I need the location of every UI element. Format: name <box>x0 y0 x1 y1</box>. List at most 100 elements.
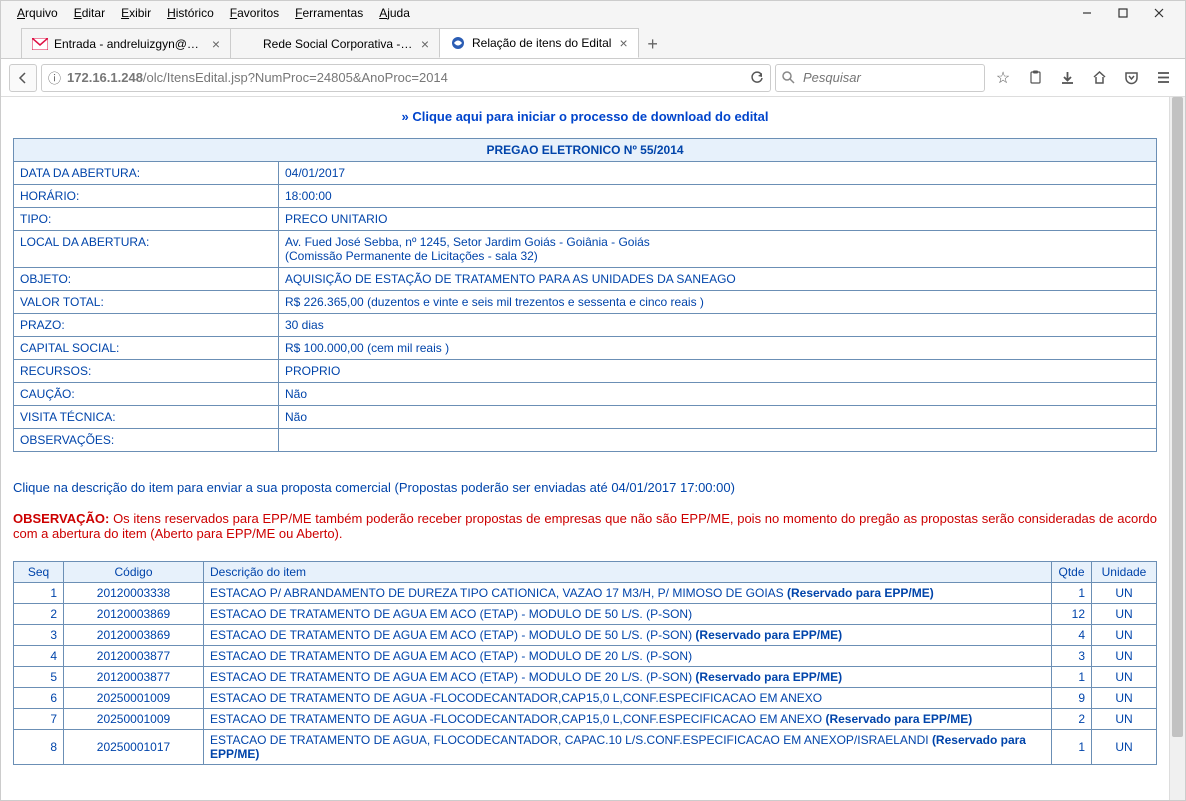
item-description-link[interactable]: ESTACAO DE TRATAMENTO DE AGUA EM ACO (ET… <box>204 646 1052 667</box>
col-seq: Seq <box>14 562 64 583</box>
reserved-badge: (Reservado para EPP/ME) <box>825 712 972 726</box>
item-description-link[interactable]: ESTACAO DE TRATAMENTO DE AGUA -FLOCODECA… <box>204 688 1052 709</box>
info-row: VALOR TOTAL:R$ 226.365,00 (duzentos e vi… <box>14 291 1157 314</box>
info-label: OBSERVAÇÕES: <box>14 429 279 452</box>
library-button[interactable] <box>1021 64 1049 92</box>
item-description-link[interactable]: ESTACAO DE TRATAMENTO DE AGUA, FLOCODECA… <box>204 730 1052 765</box>
item-code: 20120003877 <box>64 667 204 688</box>
item-unit: UN <box>1092 730 1157 765</box>
info-label: VISITA TÉCNICA: <box>14 406 279 429</box>
download-icon <box>1060 70 1075 85</box>
search-input[interactable] <box>801 69 978 86</box>
item-code: 20120003869 <box>64 604 204 625</box>
menu-historico[interactable]: Histórico <box>159 4 222 22</box>
info-label: VALOR TOTAL: <box>14 291 279 314</box>
item-description-link[interactable]: ESTACAO P/ ABRANDAMENTO DE DUREZA TIPO C… <box>204 583 1052 604</box>
info-value: PROPRIO <box>279 360 1157 383</box>
item-code: 20120003877 <box>64 646 204 667</box>
arrow-left-icon <box>16 71 30 85</box>
reload-icon <box>750 71 764 85</box>
item-qty: 12 <box>1052 604 1092 625</box>
vertical-scrollbar[interactable] <box>1169 97 1185 800</box>
info-row: PRAZO:30 dias <box>14 314 1157 337</box>
info-value: 30 dias <box>279 314 1157 337</box>
info-row: CAUÇÃO:Não <box>14 383 1157 406</box>
nav-bar: ⓘ 172.16.1.248/olc/ItensEdital.jsp?NumPr… <box>1 59 1185 97</box>
tab-gmail[interactable]: Entrada - andreluizgyn@g… × <box>21 28 231 58</box>
generic-page-icon <box>241 36 257 52</box>
item-unit: UN <box>1092 688 1157 709</box>
menu-bar: Arquivo Editar Exibir Histórico Favorito… <box>1 1 1185 25</box>
menu-editar[interactable]: Editar <box>66 4 113 22</box>
info-value: R$ 100.000,00 (cem mil reais ) <box>279 337 1157 360</box>
site-info-icon[interactable]: ⓘ <box>48 68 61 87</box>
info-value: Não <box>279 406 1157 429</box>
item-code: 20120003869 <box>64 625 204 646</box>
item-unit: UN <box>1092 646 1157 667</box>
item-description-link[interactable]: ESTACAO DE TRATAMENTO DE AGUA EM ACO (ET… <box>204 604 1052 625</box>
info-label: OBJETO: <box>14 268 279 291</box>
item-seq: 7 <box>14 709 64 730</box>
window-maximize-button[interactable] <box>1105 3 1141 23</box>
item-row: 820250001017ESTACAO DE TRATAMENTO DE AGU… <box>14 730 1157 765</box>
reserved-badge: (Reservado para EPP/ME) <box>787 586 934 600</box>
info-row: VISITA TÉCNICA:Não <box>14 406 1157 429</box>
tab-redesocial[interactable]: Rede Social Corporativa - Sane… × <box>230 28 440 58</box>
pocket-button[interactable] <box>1117 64 1145 92</box>
window-close-button[interactable] <box>1141 3 1177 23</box>
minimize-icon <box>1082 8 1092 18</box>
tab-edital[interactable]: Relação de itens do Edital × <box>439 28 639 58</box>
info-label: HORÁRIO: <box>14 185 279 208</box>
item-unit: UN <box>1092 709 1157 730</box>
tab-close-icon[interactable]: × <box>421 36 429 52</box>
info-label: LOCAL DA ABERTURA: <box>14 231 279 268</box>
bookmark-star-button[interactable]: ☆ <box>989 64 1017 92</box>
menu-arquivo[interactable]: Arquivo <box>9 4 66 22</box>
back-button[interactable] <box>9 64 37 92</box>
proposal-deadline-note: Clique na descrição do item para enviar … <box>13 480 1157 495</box>
reserved-badge: (Reservado para EPP/ME) <box>695 628 842 642</box>
tab-strip: Entrada - andreluizgyn@g… × Rede Social … <box>1 25 1185 59</box>
window-minimize-button[interactable] <box>1069 3 1105 23</box>
item-seq: 5 <box>14 667 64 688</box>
menu-ferramentas[interactable]: Ferramentas <box>287 4 371 22</box>
tab-close-icon[interactable]: × <box>212 36 220 52</box>
url-bar[interactable]: ⓘ 172.16.1.248/olc/ItensEdital.jsp?NumPr… <box>41 64 771 92</box>
menu-exibir[interactable]: Exibir <box>113 4 159 22</box>
reload-button[interactable] <box>750 71 764 85</box>
item-description-link[interactable]: ESTACAO DE TRATAMENTO DE AGUA EM ACO (ET… <box>204 625 1052 646</box>
pocket-icon <box>1124 70 1139 85</box>
item-code: 20250001017 <box>64 730 204 765</box>
reserved-badge: (Reservado para EPP/ME) <box>210 733 1026 761</box>
item-unit: UN <box>1092 583 1157 604</box>
info-label: CAUÇÃO: <box>14 383 279 406</box>
scrollbar-thumb[interactable] <box>1172 97 1183 737</box>
info-label: CAPITAL SOCIAL: <box>14 337 279 360</box>
menu-button[interactable] <box>1149 64 1177 92</box>
item-qty: 1 <box>1052 583 1092 604</box>
info-label: DATA DA ABERTURA: <box>14 162 279 185</box>
home-button[interactable] <box>1085 64 1113 92</box>
item-seq: 6 <box>14 688 64 709</box>
downloads-button[interactable] <box>1053 64 1081 92</box>
obs-text: Os itens reservados para EPP/ME também p… <box>13 511 1157 541</box>
menu-favoritos[interactable]: Favoritos <box>222 4 287 22</box>
info-value <box>279 429 1157 452</box>
item-seq: 8 <box>14 730 64 765</box>
tab-close-icon[interactable]: × <box>619 35 627 51</box>
tab-title: Relação de itens do Edital <box>472 36 611 50</box>
item-seq: 2 <box>14 604 64 625</box>
item-qty: 2 <box>1052 709 1092 730</box>
info-label: PRAZO: <box>14 314 279 337</box>
info-label: RECURSOS: <box>14 360 279 383</box>
new-tab-button[interactable]: + <box>638 30 668 58</box>
item-description-link[interactable]: ESTACAO DE TRATAMENTO DE AGUA -FLOCODECA… <box>204 709 1052 730</box>
tab-title: Rede Social Corporativa - Sane… <box>263 37 413 51</box>
menu-ajuda[interactable]: Ajuda <box>371 4 418 22</box>
download-edital-link[interactable]: » Clique aqui para iniciar o processo de… <box>13 103 1157 138</box>
search-box[interactable] <box>775 64 985 92</box>
item-seq: 3 <box>14 625 64 646</box>
info-row: CAPITAL SOCIAL:R$ 100.000,00 (cem mil re… <box>14 337 1157 360</box>
home-icon <box>1092 70 1107 85</box>
item-description-link[interactable]: ESTACAO DE TRATAMENTO DE AGUA EM ACO (ET… <box>204 667 1052 688</box>
